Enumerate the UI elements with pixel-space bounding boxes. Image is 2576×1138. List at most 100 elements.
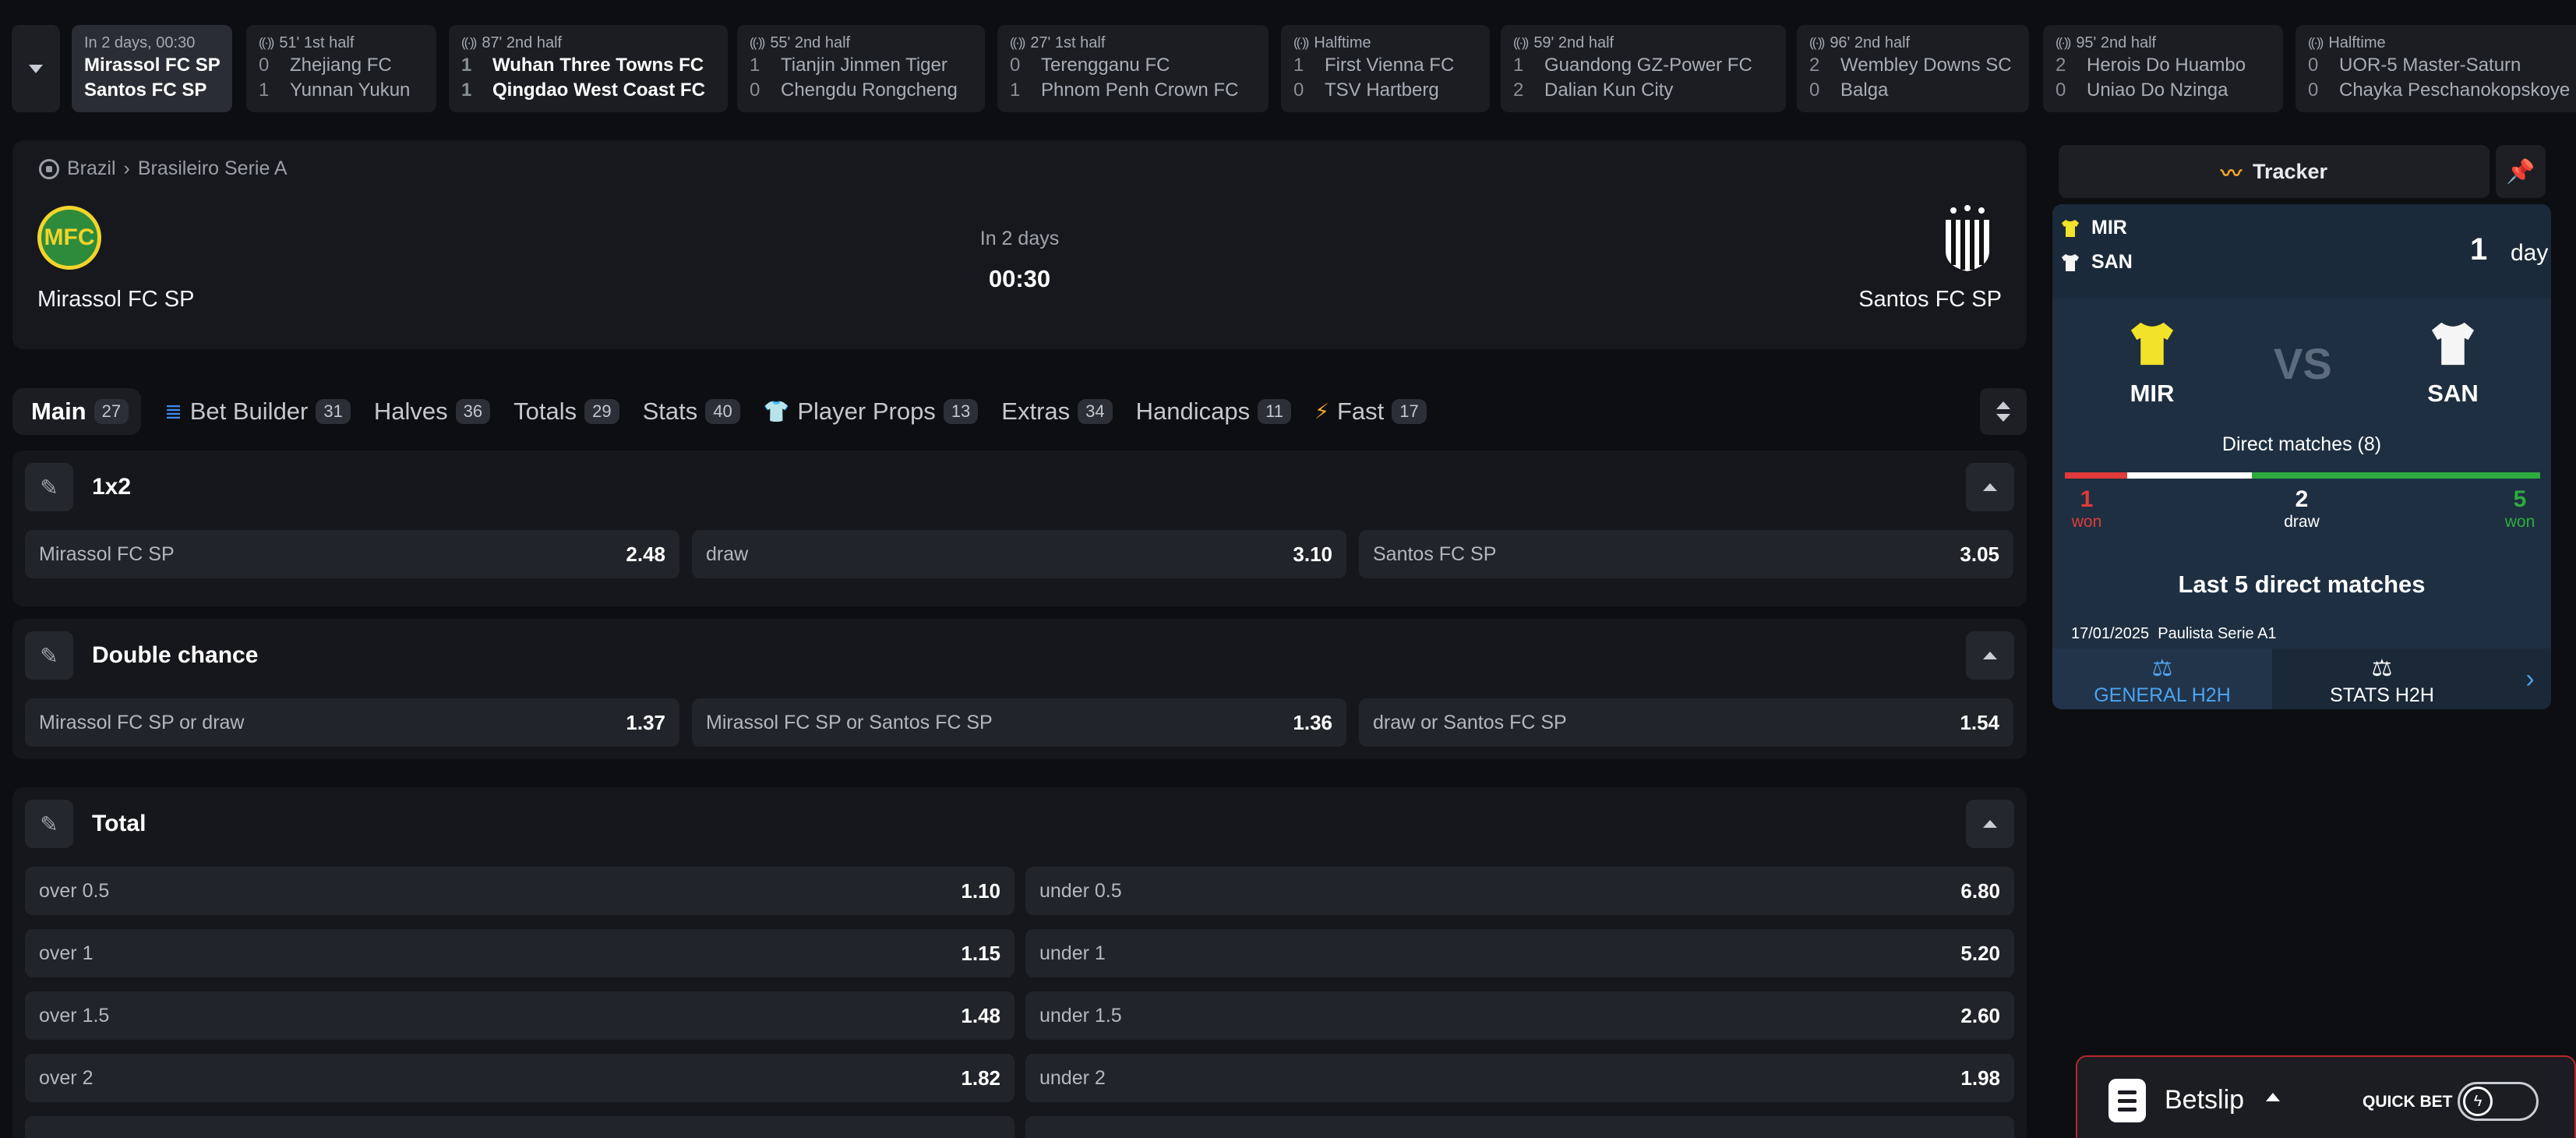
chevron-right-icon[interactable]: › [2509, 649, 2551, 709]
tab-handicaps[interactable]: Handicaps 11 [1136, 388, 1291, 435]
vs-away-abbr: SAN [2427, 380, 2479, 407]
tab-player-props[interactable]: 👕 Player Props 13 [764, 388, 979, 435]
chevron-down-icon [1996, 414, 2010, 422]
tab-count-badge: 11 [1258, 399, 1291, 424]
tab-general-label: GENERAL H2H [2094, 684, 2231, 706]
live-signal-icon: ((·)) [461, 35, 477, 50]
odds-button[interactable]: under 0.5 6.80 [1025, 867, 2014, 915]
home-shirt-icon [2130, 322, 2174, 366]
match-card[interactable]: In 2 days, 00:30 Mirassol FC SP Santos FC … [72, 25, 232, 112]
away-won-result: 5 won [2504, 486, 2535, 532]
match-card[interactable]: ((·)) 96' 2nd half 2 Wembley Downs SC 0 Balga [1797, 25, 2029, 112]
match-card[interactable]: ((·)) 27' 1st half 0 Terengganu FC 1 Phnom Pe… [997, 25, 1269, 112]
match-home-team: Wembley Downs SC [1840, 55, 2012, 76]
odds-value: 5.20 [1960, 941, 2000, 965]
odds-button[interactable]: over 1 1.15 [25, 929, 1015, 977]
match-card[interactable]: ((·)) 51' 1st half 0 Zhejiang FC 1 Yunnan Yuk… [246, 25, 436, 112]
betslip-bar[interactable]: Betslip QUICK BET ϟ [2076, 1055, 2576, 1138]
match-home-row: 0 UOR-5 Master-Saturn [2308, 53, 2576, 78]
pin-tracker-icon[interactable]: 📌 [2496, 145, 2546, 198]
odds-button[interactable] [1025, 1116, 2014, 1138]
match-card[interactable]: ((·)) 95' 2nd half 2 Herois Do Huambo 0 Uniao… [2043, 25, 2283, 112]
match-away-row: 0 TSV Hartberg [1293, 78, 1490, 103]
match-card[interactable]: ((·)) Halftime 1 First Vienna FC 0 TSV Hartbe… [1281, 25, 1490, 112]
odds-button[interactable]: over 2 1.82 [25, 1054, 1015, 1102]
odds-button[interactable]: over 0.5 1.10 [25, 867, 1015, 915]
pin-icon[interactable]: ✎ [25, 463, 73, 511]
tab-extras[interactable]: Extras 34 [1001, 388, 1113, 435]
home-won-result: 1 won [2071, 486, 2102, 532]
match-away-row: 2 Dalian Kun City [1513, 78, 1786, 103]
market-collapse-button[interactable] [1966, 463, 2014, 511]
tab-label: Handicaps [1135, 398, 1251, 425]
chevron-up-icon [1996, 401, 2010, 409]
away-shirt-icon [2431, 322, 2475, 366]
home-won-bar [2065, 472, 2127, 479]
tracker-button[interactable]: 〰 Tracker [2059, 145, 2490, 198]
match-away-score: 1 [259, 80, 270, 101]
tab-stats[interactable]: Stats 40 [643, 388, 740, 435]
market-collapse-button[interactable] [1966, 800, 2014, 848]
match-home-team: Guandong GZ-Power FC [1544, 55, 1752, 76]
odds-button[interactable]: Santos FC SP 3.05 [1359, 530, 2013, 578]
collapse-all-button[interactable] [1980, 388, 2027, 435]
match-card[interactable]: ((·)) 55' 2nd half 1 Tianjin Jinmen Tiger 0 C… [737, 25, 985, 112]
tab-halves[interactable]: Halves 36 [374, 388, 491, 435]
away-won-count: 5 [2513, 486, 2527, 512]
breadcrumb-country[interactable]: Brazil [67, 157, 116, 180]
odds-value: 1.98 [1960, 1066, 2000, 1090]
tracker-title: Tracker [2252, 159, 2328, 183]
tab-totals[interactable]: Totals 29 [513, 388, 619, 435]
match-card[interactable]: ((·)) 87' 2nd half 1 Wuhan Three Towns FC 1 Q… [449, 25, 728, 112]
odds-value: 1.48 [961, 1003, 1000, 1027]
caret-up-icon[interactable] [2266, 1093, 2280, 1101]
match-status-text: 27' 1st half [1030, 34, 1106, 51]
countdown-number: 1 [2470, 232, 2488, 267]
match-status: ((·)) Halftime [1293, 33, 1490, 53]
match-home-team: Herois Do Huambo [2087, 55, 2246, 76]
odds-button[interactable] [25, 1116, 1015, 1138]
odds-button[interactable]: Mirassol FC SP or draw 1.37 [25, 698, 679, 747]
away-won-bar [2252, 472, 2540, 479]
quick-bet-toggle[interactable]: ϟ [2458, 1082, 2539, 1121]
home-shirt-icon [2062, 219, 2079, 237]
pin-icon[interactable]: ✎ [25, 631, 73, 680]
bet-builder-icon: ≣ [164, 399, 182, 423]
match-status: ((·)) Halftime [2308, 33, 2576, 53]
odds-value: 1.10 [961, 878, 1000, 903]
odds-button[interactable]: draw or Santos FC SP 1.54 [1359, 698, 2013, 747]
tab-count-badge: 17 [1392, 399, 1427, 424]
odds-button[interactable]: under 1.5 2.60 [1025, 991, 2014, 1040]
away-shirt-icon [2062, 253, 2079, 271]
live-matches-strip: In 2 days, 00:30 Mirassol FC SP Santos FC … [0, 23, 2576, 112]
pin-icon[interactable]: ✎ [25, 800, 73, 848]
match-home-row: 1 Wuhan Three Towns FC [461, 53, 728, 78]
match-away-row: Santos FC SP [84, 78, 232, 103]
tab-bet-builder[interactable]: ≣ Bet Builder 31 [164, 388, 351, 435]
odds-button[interactable]: Mirassol FC SP 2.48 [25, 530, 679, 578]
tab-fast[interactable]: ⚡ Fast 17 [1314, 388, 1427, 435]
odds-button[interactable]: under 2 1.98 [1025, 1054, 2014, 1102]
draw-label: draw [2284, 513, 2320, 531]
breadcrumb-league[interactable]: Brasileiro Serie A [138, 157, 288, 180]
odds-button[interactable]: under 1 5.20 [1025, 929, 2014, 977]
strip-collapse-button[interactable] [12, 25, 60, 112]
match-card[interactable]: ((·)) 59' 2nd half 1 Guandong GZ-Power FC 2 D… [1501, 25, 1786, 112]
odds-value: 2.48 [626, 542, 665, 566]
odds-button[interactable]: Mirassol FC SP or Santos FC SP 1.36 [692, 698, 1346, 747]
bolt-icon: ⚡ [1314, 399, 1329, 423]
odds-button[interactable]: over 1.5 1.48 [25, 991, 1015, 1040]
market-1x2: ✎ 1x2 Mirassol FC SP 2.48 draw 3.10 Santos F… [12, 451, 2027, 606]
match-card[interactable]: ((·)) Halftime 0 UOR-5 Master-Saturn 0 Chayka… [2295, 25, 2576, 112]
h2h-date: 17/01/2025 [2071, 625, 2150, 642]
tab-count-badge: 31 [316, 399, 351, 424]
market-collapse-button[interactable] [1966, 631, 2014, 680]
tab-general-h2h[interactable]: ⚖ GENERAL H2H [2052, 649, 2272, 709]
tab-stats-h2h[interactable]: ⚖ STATS H2H [2272, 649, 2492, 709]
tab-label: Bet Builder [189, 398, 309, 425]
match-away-score: 0 [1809, 80, 1820, 101]
odds-button[interactable]: draw 3.10 [692, 530, 1346, 578]
odds-label: Mirassol FC SP or Santos FC SP [706, 711, 993, 733]
tab-main[interactable]: Main 27 [12, 388, 142, 435]
draw-bar [2127, 472, 2252, 479]
